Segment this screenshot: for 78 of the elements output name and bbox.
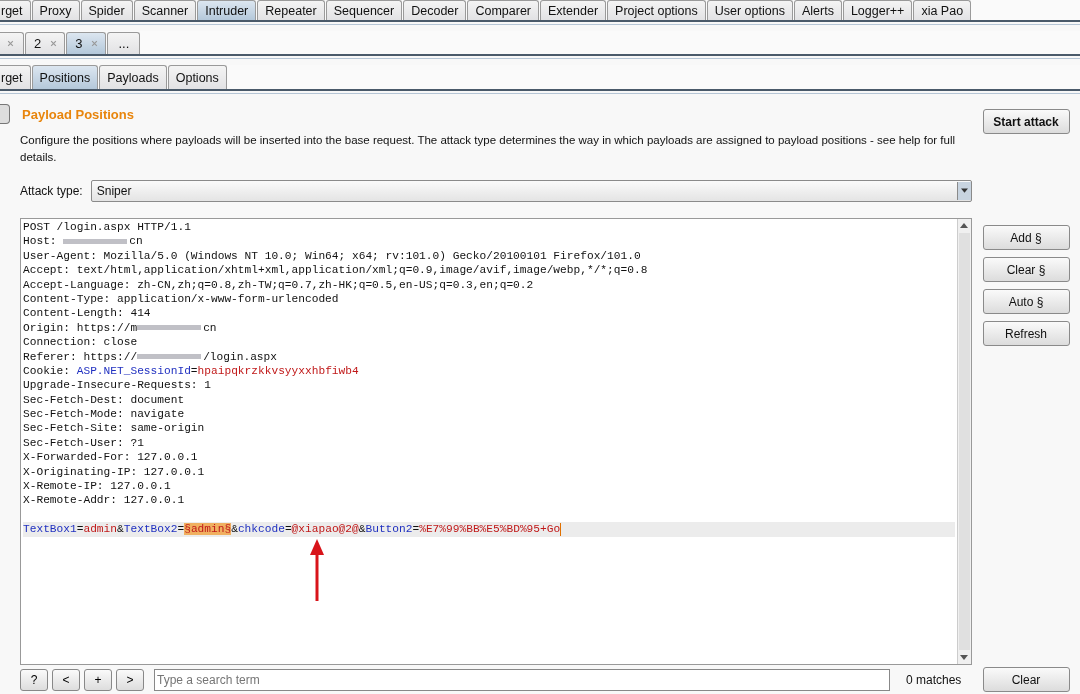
request-text: cn [203, 321, 217, 334]
main-tab[interactable]: Extender [540, 0, 607, 20]
position-button[interactable]: Refresh [982, 321, 1070, 346]
attack-tab[interactable]: 3 [66, 32, 107, 54]
main-tab[interactable]: Scanner [133, 0, 197, 20]
main-tab[interactable]: Project options [607, 0, 706, 20]
param-name: TextBox2 [123, 523, 178, 536]
main-tab[interactable]: Spider [80, 0, 133, 20]
request-text: = [177, 523, 185, 536]
new-tab-button[interactable]: ... [107, 32, 141, 54]
search-nav-button[interactable]: < [52, 669, 80, 691]
main-tab[interactable]: Repeater [257, 0, 325, 20]
request-text: Content-Length: 414 [23, 307, 151, 320]
search-nav-button[interactable]: ? [20, 669, 48, 691]
main-tab[interactable]: User options [706, 0, 793, 20]
request-text: & [231, 523, 238, 536]
request-text: Sec-Fetch-Mode: navigate [23, 408, 185, 421]
request-text: User-Agent: Mozilla/5.0 (Windows NT 10.0; Win64; x64; rv:101.0) Gecko/20100101 Firefox/101.0 [23, 249, 641, 262]
request-text: Connection: close [23, 336, 138, 349]
attack-tab[interactable]: 2 [25, 32, 66, 54]
request-text: Sec-Fetch-User: ?1 [23, 436, 144, 449]
param-value: @xiapao@2@ [291, 523, 359, 536]
sub-tab[interactable]: Positions [31, 65, 99, 89]
sub-tab[interactable]: Options [167, 65, 227, 89]
request-text: Accept: text/html,application/xhtml+xml,application/xml;q=0.9,image/avif,image/webp,*/*;q=0.8 [23, 264, 648, 277]
request-text: Cookie: [23, 364, 71, 377]
clear-button[interactable]: Clear [982, 667, 1070, 692]
sub-tab[interactable]: rget [0, 65, 31, 89]
param-name: TextBox1 [23, 523, 77, 536]
request-text: & [358, 523, 366, 536]
main-tab[interactable]: Comparer [467, 0, 540, 20]
start-attack-button[interactable]: Start attack [982, 109, 1070, 134]
main-tab[interactable]: Sequencer [325, 0, 403, 20]
main-tab[interactable]: Decoder [403, 0, 467, 20]
request-text: Sec-Fetch-Dest: document [23, 393, 185, 406]
search-field[interactable]: Type a search term [154, 669, 890, 691]
param-value: admin [83, 523, 117, 536]
request-text: X-Forwarded-For: 127.0.0.1 [23, 451, 198, 464]
main-tab[interactable]: xia Pao [913, 0, 972, 20]
main-tab[interactable]: Alerts [793, 0, 842, 20]
request-text: = [190, 364, 198, 377]
main-tab[interactable]: Logger++ [842, 0, 913, 20]
main-tab[interactable]: rget [0, 0, 31, 20]
search-nav-button[interactable]: > [116, 669, 144, 691]
request-text: X-Remote-Addr: 127.0.0.1 [23, 494, 185, 507]
section-description: Configure the positions where payloads will be inserted into the base request. The attack type determines the way in which payloads are assigned to payload positions - see help for full details. [20, 133, 957, 165]
main-tab[interactable]: Intruder [197, 0, 257, 20]
position-button[interactable]: Add § [982, 225, 1070, 250]
request-text: /login.aspx [203, 350, 277, 363]
sub-tab[interactable]: Payloads [99, 65, 167, 89]
param-value: %E7%99%BB%E5%BD%95+Go [419, 523, 561, 536]
request-text: Content-Type: application/x-www-form-urlencoded [23, 292, 339, 305]
position-button[interactable]: Auto § [982, 289, 1070, 314]
request-text: X-Originating-IP: 127.0.0.1 [23, 465, 205, 478]
request-text: X-Remote-IP: 127.0.0.1 [23, 480, 171, 493]
request-text: POST /login.aspx HTTP/1.1 [23, 221, 191, 233]
param-value: hpaipqkrzkkvsyyxxhbfiwb4 [197, 364, 359, 377]
request-text: & [117, 523, 124, 536]
request-text: Sec-Fetch-Site: same-origin [23, 422, 205, 435]
param-name: chkcode [237, 523, 285, 536]
attack-type-label: Attack type: [20, 184, 83, 198]
section-title: Payload Positions [22, 106, 134, 122]
param-name: Button2 [365, 523, 413, 536]
main-tab[interactable]: Proxy [31, 0, 80, 20]
request-text: Upgrade-Insecure-Requests: 1 [23, 379, 211, 392]
search-nav-button[interactable]: + [84, 669, 112, 691]
request-text: = [284, 523, 292, 536]
position-button[interactable]: Clear § [982, 257, 1070, 282]
request-text: = [76, 523, 84, 536]
request-text: Accept-Language: zh-CN,zh;q=0.8,zh-TW;q=0.7,zh-HK;q=0.5,en-US;q=0.3,en;q=0.2 [23, 278, 534, 291]
param-name: ASP.NET_SessionId [76, 364, 191, 377]
request-text: = [412, 523, 420, 536]
request-text: Host: [23, 235, 58, 248]
request-text: Origin: https://m [23, 321, 138, 334]
request-text: Referer: https:// [23, 350, 138, 363]
match-count: 0 matches [906, 673, 962, 687]
request-text: cn [129, 235, 143, 248]
attack-type-dropdown[interactable]: Sniper [90, 180, 972, 202]
